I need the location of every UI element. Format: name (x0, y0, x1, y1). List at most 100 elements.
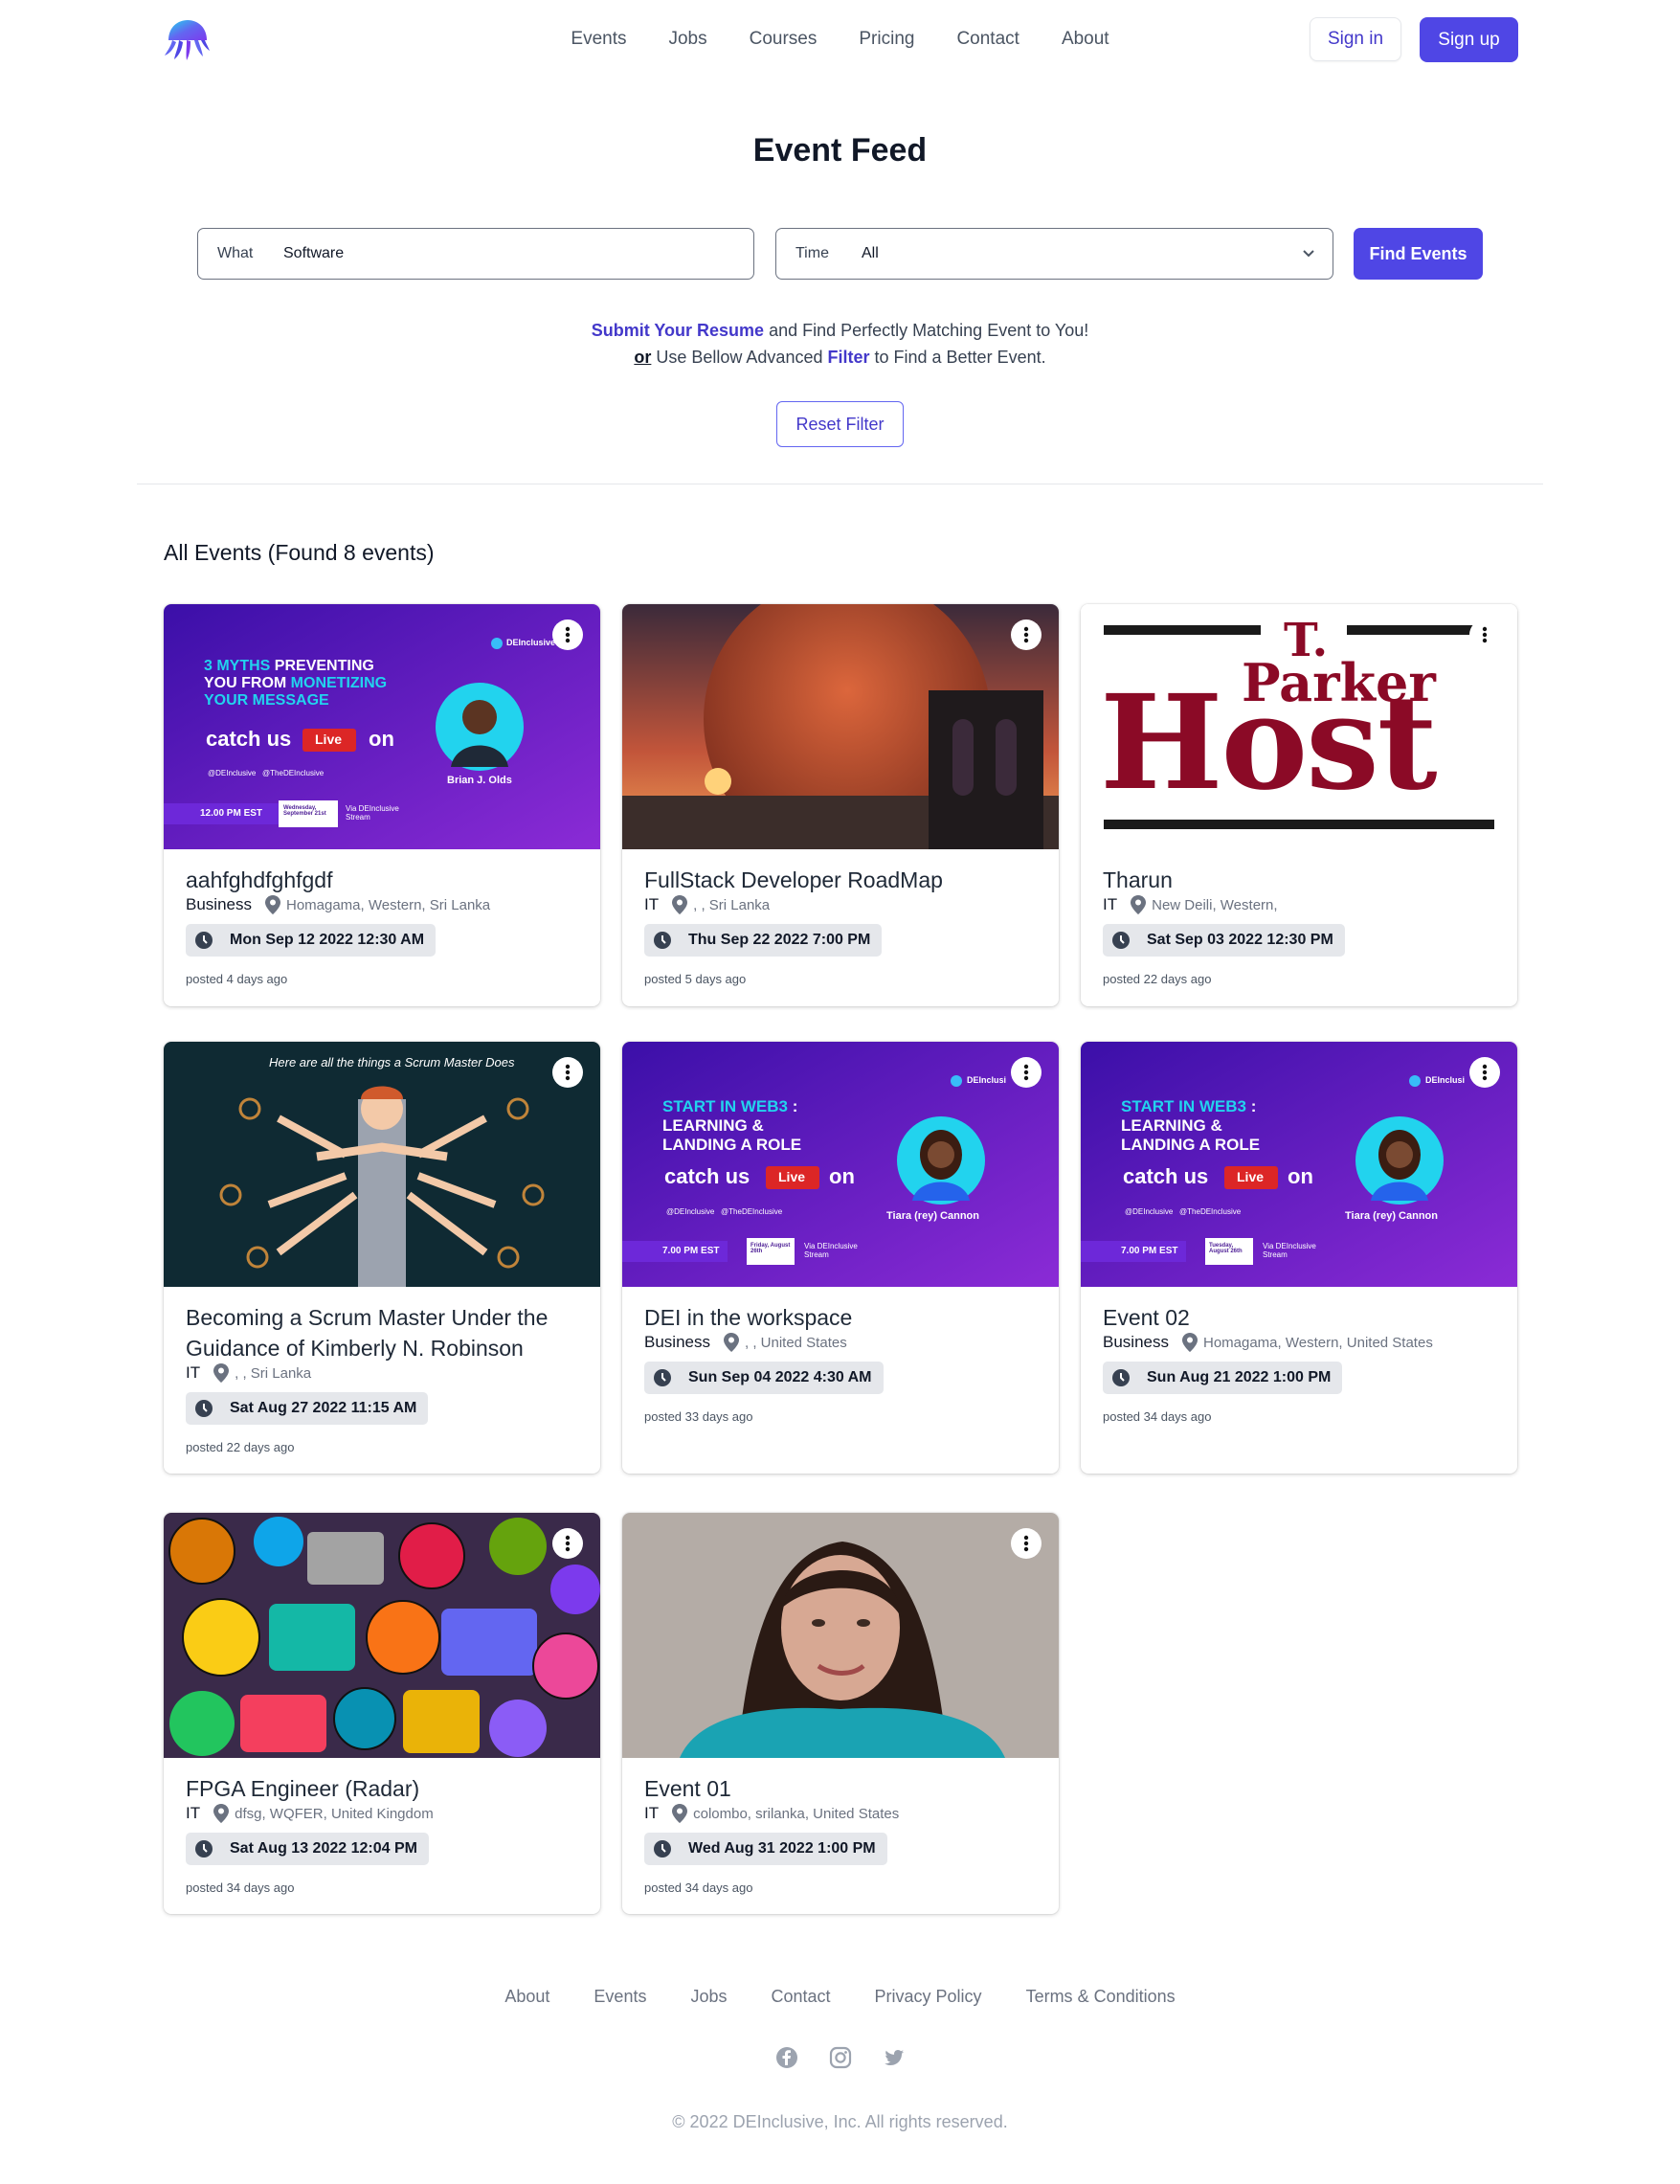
submit-resume-link[interactable]: Submit Your Resume (592, 321, 764, 340)
more-options-icon[interactable] (552, 619, 583, 650)
posted-time: posted 34 days ago (1103, 1409, 1212, 1424)
clock-icon (195, 1400, 213, 1417)
event-title[interactable]: Event 02 (1103, 1302, 1495, 1333)
more-options-icon[interactable] (1011, 1528, 1042, 1559)
event-category: Business (1103, 1333, 1169, 1351)
event-card[interactable]: 3 MYTHS PREVENTING YOU FROM MONETIZING Y… (164, 604, 600, 1006)
banner-text: @DEInclusive (1125, 1207, 1174, 1216)
footer-link-contact[interactable]: Contact (771, 1987, 830, 2007)
more-options-icon[interactable] (1469, 1057, 1500, 1088)
event-date: Sun Aug 21 2022 1:00 PM (1147, 1369, 1332, 1385)
clock-icon (654, 1840, 671, 1858)
resume-promo: Submit Your Resume and Find Perfectly Ma… (0, 317, 1680, 371)
top-nav: Events Jobs Courses Pricing Contact Abou… (0, 0, 1680, 80)
event-title[interactable]: FullStack Developer RoadMap (644, 865, 1037, 895)
banner-text: DEInclusi (1425, 1075, 1466, 1085)
twitter-icon[interactable] (883, 2046, 906, 2069)
banner-text: Via DEInclusive Stream (346, 804, 399, 822)
nav-link-pricing[interactable]: Pricing (859, 29, 914, 50)
banner-text: START IN WEB3 (662, 1097, 788, 1115)
nav-link-jobs[interactable]: Jobs (668, 29, 706, 50)
event-date: Sat Sep 03 2022 12:30 PM (1147, 932, 1333, 948)
event-image[interactable] (164, 1513, 600, 1758)
clock-icon (654, 1369, 671, 1386)
location-pin-icon (213, 1804, 230, 1823)
posted-time: posted 22 days ago (186, 1440, 295, 1454)
footer-nav: About Events Jobs Contact Privacy Policy… (0, 1987, 1680, 2007)
event-card[interactable]: Event 01 IT colombo, srilanka, United St… (622, 1513, 1059, 1914)
what-input-value[interactable]: Software (283, 245, 344, 262)
event-image[interactable] (622, 604, 1059, 849)
banner-text: Here are all the things a Scrum Master D… (269, 1055, 515, 1069)
more-options-icon[interactable] (552, 1057, 583, 1088)
time-label: Time (795, 245, 829, 261)
posted-time: posted 34 days ago (644, 1880, 753, 1895)
instagram-icon[interactable] (829, 2046, 852, 2069)
facebook-icon[interactable] (775, 2046, 798, 2069)
event-image[interactable]: START IN WEB3 : LEARNING & LANDING A ROL… (1081, 1042, 1517, 1287)
footer-link-about[interactable]: About (504, 1987, 549, 2007)
event-title[interactable]: FPGA Engineer (Radar) (186, 1773, 578, 1804)
nav-link-courses[interactable]: Courses (750, 29, 818, 50)
banner-text: Live (1237, 1169, 1265, 1184)
event-image[interactable]: T. Parker Host (1081, 604, 1517, 849)
footer-link-jobs[interactable]: Jobs (690, 1987, 727, 2007)
event-image[interactable]: START IN WEB3 : LEARNING & LANDING A ROL… (622, 1042, 1059, 1287)
banner-text: MONETIZING (290, 675, 388, 691)
event-category: IT (644, 1804, 660, 1822)
find-events-button[interactable]: Find Events (1354, 228, 1483, 280)
posted-time: posted 4 days ago (186, 972, 288, 986)
event-date-badge: Thu Sep 22 2022 7:00 PM (644, 924, 883, 957)
posted-time: posted 33 days ago (644, 1409, 753, 1424)
banner-text: Brian J. Olds (447, 775, 512, 786)
event-card[interactable]: Here are all the things a Scrum Master D… (164, 1042, 600, 1474)
event-card[interactable]: T. Parker Host Tharun IT New Deili, West… (1081, 604, 1517, 1006)
more-options-icon[interactable] (1469, 619, 1500, 650)
event-title[interactable]: aahfghdfghfgdf (186, 865, 578, 895)
event-image[interactable]: Here are all the things a Scrum Master D… (164, 1042, 600, 1287)
event-card[interactable]: START IN WEB3 : LEARNING & LANDING A ROL… (622, 1042, 1059, 1474)
event-title[interactable]: Event 01 (644, 1773, 1037, 1804)
location-pin-icon (672, 1804, 688, 1823)
event-card[interactable]: START IN WEB3 : LEARNING & LANDING A ROL… (1081, 1042, 1517, 1474)
sign-up-button[interactable]: Sign up (1420, 17, 1518, 62)
clock-icon (195, 1840, 213, 1858)
event-location: Homagama, Western, Sri Lanka (285, 896, 491, 913)
event-date: Sat Aug 27 2022 11:15 AM (230, 1400, 417, 1416)
footer-link-privacy[interactable]: Privacy Policy (875, 1987, 982, 2007)
banner-text: on (1288, 1164, 1313, 1188)
event-date-badge: Sun Sep 04 2022 4:30 AM (644, 1362, 884, 1394)
sign-in-button[interactable]: Sign in (1310, 17, 1401, 61)
page-title: Event Feed (752, 132, 928, 169)
reset-filter-button[interactable]: Reset Filter (776, 401, 904, 447)
filter-promo-pre: Use Bellow Advanced (651, 348, 828, 367)
time-select[interactable]: Time All (775, 228, 1333, 280)
nav-link-contact[interactable]: Contact (956, 29, 1019, 50)
more-options-icon[interactable] (1011, 619, 1042, 650)
nav-link-events[interactable]: Events (571, 29, 626, 50)
event-location: New Deili, Western, (1152, 896, 1278, 913)
banner-text: DEInclusi (967, 1075, 1007, 1085)
footer-link-events[interactable]: Events (594, 1987, 646, 2007)
event-category: Business (644, 1333, 710, 1351)
more-options-icon[interactable] (1011, 1057, 1042, 1088)
location-pin-icon (1181, 1333, 1198, 1352)
event-title[interactable]: Tharun (1103, 865, 1495, 895)
banner-text: on (369, 727, 394, 751)
event-title[interactable]: DEI in the workspace (644, 1302, 1037, 1333)
footer-link-terms[interactable]: Terms & Conditions (1026, 1987, 1176, 2007)
event-image[interactable]: 3 MYTHS PREVENTING YOU FROM MONETIZING Y… (164, 604, 600, 849)
time-select-value[interactable]: All (862, 245, 879, 262)
event-image[interactable] (622, 1513, 1059, 1758)
more-options-icon[interactable] (552, 1528, 583, 1559)
event-card[interactable]: FPGA Engineer (Radar) IT dfsg, WQFER, Un… (164, 1513, 600, 1914)
advanced-filter-link[interactable]: Filter (827, 348, 869, 367)
what-search-field[interactable]: What Software (197, 228, 754, 280)
event-title[interactable]: Becoming a Scrum Master Under the Guidan… (186, 1302, 578, 1363)
event-date: Sun Sep 04 2022 4:30 AM (688, 1369, 872, 1385)
event-card[interactable]: FullStack Developer RoadMap IT , , Sri L… (622, 604, 1059, 1006)
nav-link-about[interactable]: About (1062, 29, 1109, 50)
location-pin-icon (213, 1363, 230, 1383)
banner-text: Via DEInclusive Stream (804, 1242, 858, 1259)
chevron-down-icon (1303, 250, 1314, 258)
